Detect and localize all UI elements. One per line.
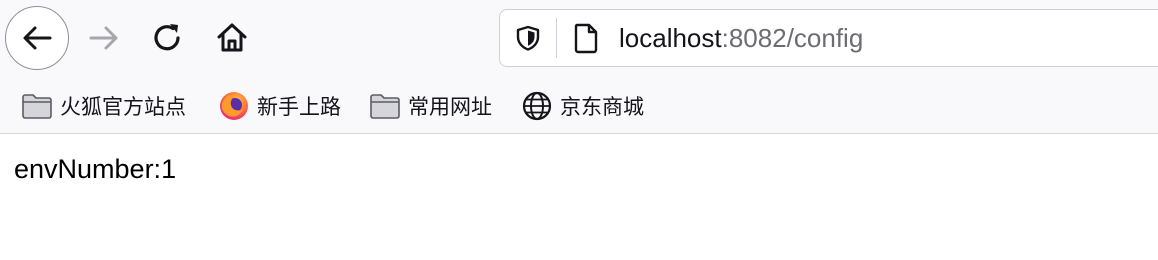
page-body-text: envNumber:1 <box>14 154 177 184</box>
tracking-protection-button[interactable] <box>512 22 544 54</box>
bookmark-label: 火狐官方站点 <box>60 95 186 119</box>
forward-button[interactable] <box>80 14 128 62</box>
address-bar[interactable]: localhost:8082/config <box>499 9 1158 67</box>
bookmark-label: 京东商城 <box>560 95 644 119</box>
home-button[interactable] <box>208 14 256 62</box>
bookmarks-toolbar: 火狐官方站点 新手上路 常用网址 京东商城 <box>0 78 1158 134</box>
home-icon <box>217 23 247 52</box>
arrow-left-icon <box>23 26 52 50</box>
page-icon <box>574 23 598 54</box>
navigation-toolbar: localhost:8082/config <box>0 0 1158 78</box>
bookmark-label: 常用网址 <box>408 95 492 119</box>
bookmark-label: 新手上路 <box>257 95 341 119</box>
shield-icon <box>516 25 540 51</box>
folder-icon <box>20 89 54 123</box>
url-path: :8082/config <box>721 23 864 53</box>
bookmark-jd-mall[interactable]: 京东商城 <box>520 78 644 134</box>
firefox-icon <box>217 89 251 123</box>
url-host: localhost <box>619 23 722 53</box>
browser-window: localhost:8082/config 火狐官方站点 新手上路 常用网址 京… <box>0 0 1158 260</box>
globe-icon <box>520 89 554 123</box>
site-info-button[interactable] <box>570 22 602 54</box>
reload-button[interactable] <box>144 14 192 62</box>
url-text[interactable]: localhost:8082/config <box>619 23 863 53</box>
urlbar-divider <box>556 18 557 58</box>
arrow-right-icon <box>89 26 118 50</box>
folder-icon <box>368 89 402 123</box>
bookmark-folder-firefox-official[interactable]: 火狐官方站点 <box>20 78 186 134</box>
page-content: envNumber:1 <box>0 134 1158 260</box>
bookmark-folder-common-sites[interactable]: 常用网址 <box>368 78 492 134</box>
back-button[interactable] <box>5 6 69 70</box>
reload-icon <box>154 24 180 51</box>
bookmark-getting-started[interactable]: 新手上路 <box>217 78 341 134</box>
